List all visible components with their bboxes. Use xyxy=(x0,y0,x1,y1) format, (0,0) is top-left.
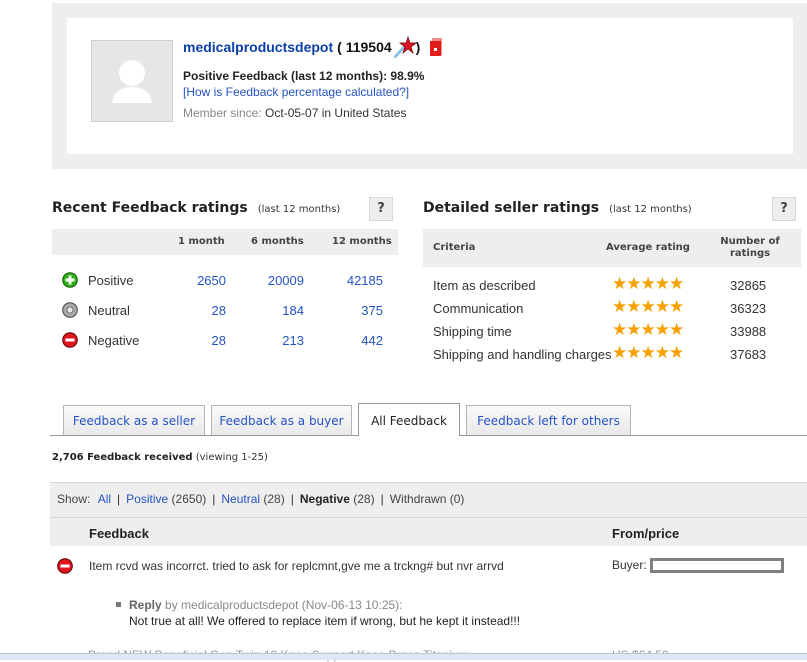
neutral-1-month[interactable]: 28 xyxy=(166,303,226,318)
col-feedback: Feedback xyxy=(89,526,149,541)
seller-identity: medicalproductsdepot ( 119504 ) xyxy=(183,35,443,59)
count-communication: 36323 xyxy=(730,301,767,316)
tab-feedback-as-buyer[interactable]: Feedback as a buyer xyxy=(211,405,352,435)
count-shipping-time: 33988 xyxy=(730,324,767,339)
feedback-received-summary: 2,706 Feedback received (viewing 1-25) xyxy=(52,452,268,463)
filter-neutral-link[interactable]: Neutral xyxy=(221,492,260,506)
filter-all-link[interactable]: All xyxy=(98,492,111,506)
buyer-label: Buyer: xyxy=(612,558,647,572)
shooting-star-icon xyxy=(393,35,417,59)
positive-icon xyxy=(62,272,78,288)
separator: | xyxy=(212,492,216,506)
recent-ratings-heading: Recent Feedback ratings xyxy=(52,200,248,216)
star-rating-item-as-described: ★★★★★ xyxy=(612,274,684,293)
filter-neutral-count: (28) xyxy=(263,492,285,506)
filter-negative-selected: Negative xyxy=(299,492,350,506)
feedback-table-header xyxy=(50,518,807,546)
separator: | xyxy=(290,492,294,506)
negative-12-months[interactable]: 442 xyxy=(323,333,383,348)
tab-feedback-left-for-others[interactable]: Feedback left for others xyxy=(466,405,631,435)
buyer-name-redacted xyxy=(650,558,784,573)
col-1-month: 1 month xyxy=(178,236,225,247)
detailed-ratings-title: Detailed seller ratings (last 12 months) xyxy=(423,200,692,216)
neutral-label: Neutral xyxy=(88,303,130,318)
col-from-price: From/price xyxy=(612,526,680,541)
member-since-value: Oct-05-07 in United States xyxy=(265,106,407,120)
col-12-months: 12 months xyxy=(332,236,392,247)
positive-12-months[interactable]: 42185 xyxy=(323,273,383,288)
neutral-6-months[interactable]: 184 xyxy=(244,303,304,318)
negative-icon xyxy=(62,332,78,348)
detailed-ratings-heading: Detailed seller ratings xyxy=(423,200,600,216)
positive-1-month[interactable]: 2650 xyxy=(166,273,226,288)
avatar xyxy=(91,40,173,122)
positive-6-months[interactable]: 20009 xyxy=(244,273,304,288)
recent-ratings-title: Recent Feedback ratings (last 12 months) xyxy=(52,200,340,216)
criteria-communication: Communication xyxy=(433,301,524,316)
recent-ratings-subtitle: (last 12 months) xyxy=(257,204,341,215)
filter-positive-link[interactable]: Positive xyxy=(126,492,168,506)
negative-6-months[interactable]: 213 xyxy=(244,333,304,348)
filter-negative-count: (28) xyxy=(353,492,375,506)
tab-all-feedback[interactable]: All Feedback xyxy=(358,403,460,436)
star-rating-shipping-handling: ★★★★★ xyxy=(612,343,684,362)
col-6-months: 6 months xyxy=(251,236,304,247)
negative-feedback-icon xyxy=(57,558,73,574)
feedback-comment: Item rcvd was incorrct. tried to ask for… xyxy=(89,559,504,573)
detailed-ratings-subtitle: (last 12 months) xyxy=(609,204,692,215)
negative-1-month[interactable]: 28 xyxy=(166,333,226,348)
criteria-shipping-time: Shipping time xyxy=(433,324,512,339)
user-silhouette-icon xyxy=(112,60,152,103)
col-number-of-ratings: Number of ratings xyxy=(720,236,780,259)
member-since-label: Member since: xyxy=(183,106,262,120)
star-rating-communication: ★★★★★ xyxy=(612,297,684,316)
col-criteria: Criteria xyxy=(433,242,476,253)
filter-withdrawn: Withdrawn (0) xyxy=(389,492,465,506)
count-item-as-described: 32865 xyxy=(730,278,767,293)
bullet-icon xyxy=(116,602,121,608)
how-calculated-link[interactable]: [How is Feedback percentage calculated?] xyxy=(183,85,409,99)
reply-label: Reply xyxy=(129,598,162,612)
feedback-score[interactable]: 119504 xyxy=(346,39,392,55)
store-icon[interactable] xyxy=(429,37,443,57)
viewing-range: (viewing 1-25) xyxy=(195,452,268,463)
criteria-shipping-handling: Shipping and handling charges xyxy=(433,347,612,362)
separator: | xyxy=(117,492,121,506)
feedback-filter: Show: All | Positive (2650) | Neutral (28) | N… xyxy=(57,492,464,506)
recent-ratings-help-button[interactable]: ? xyxy=(369,197,393,221)
reply-author-date: by medicalproductsdepot (Nov-06-13 10:25… xyxy=(165,598,403,612)
member-since: Member since: Oct-05-07 in United States xyxy=(183,106,406,120)
positive-feedback-percentage: Positive Feedback (last 12 months): 98.9… xyxy=(183,69,425,83)
show-label: Show: xyxy=(57,492,91,506)
seller-reply-text: Not true at all! We offered to replace i… xyxy=(129,614,521,628)
col-average-rating: Average rating xyxy=(606,242,690,253)
star-rating-shipping-time: ★★★★★ xyxy=(612,320,684,339)
score-close: ) xyxy=(415,39,421,55)
filter-positive-count: (2650) xyxy=(171,492,207,506)
feedback-received-count: 2,706 Feedback received xyxy=(52,452,193,463)
tab-feedback-as-seller[interactable]: Feedback as a seller xyxy=(63,405,205,435)
criteria-item-as-described: Item as described xyxy=(433,278,536,293)
negative-label: Negative xyxy=(88,333,140,348)
positive-label: Positive xyxy=(88,273,134,288)
count-shipping-handling: 37683 xyxy=(730,347,767,362)
neutral-12-months[interactable]: 375 xyxy=(323,303,383,318)
seller-reply-meta: Reply by medicalproductsdepot (Nov-06-13… xyxy=(116,598,403,612)
neutral-icon xyxy=(62,302,78,318)
detailed-ratings-help-button[interactable]: ? xyxy=(772,197,796,221)
separator: | xyxy=(380,492,384,506)
username-link[interactable]: medicalproductsdepot xyxy=(183,39,333,55)
score-open: ( xyxy=(337,39,346,55)
